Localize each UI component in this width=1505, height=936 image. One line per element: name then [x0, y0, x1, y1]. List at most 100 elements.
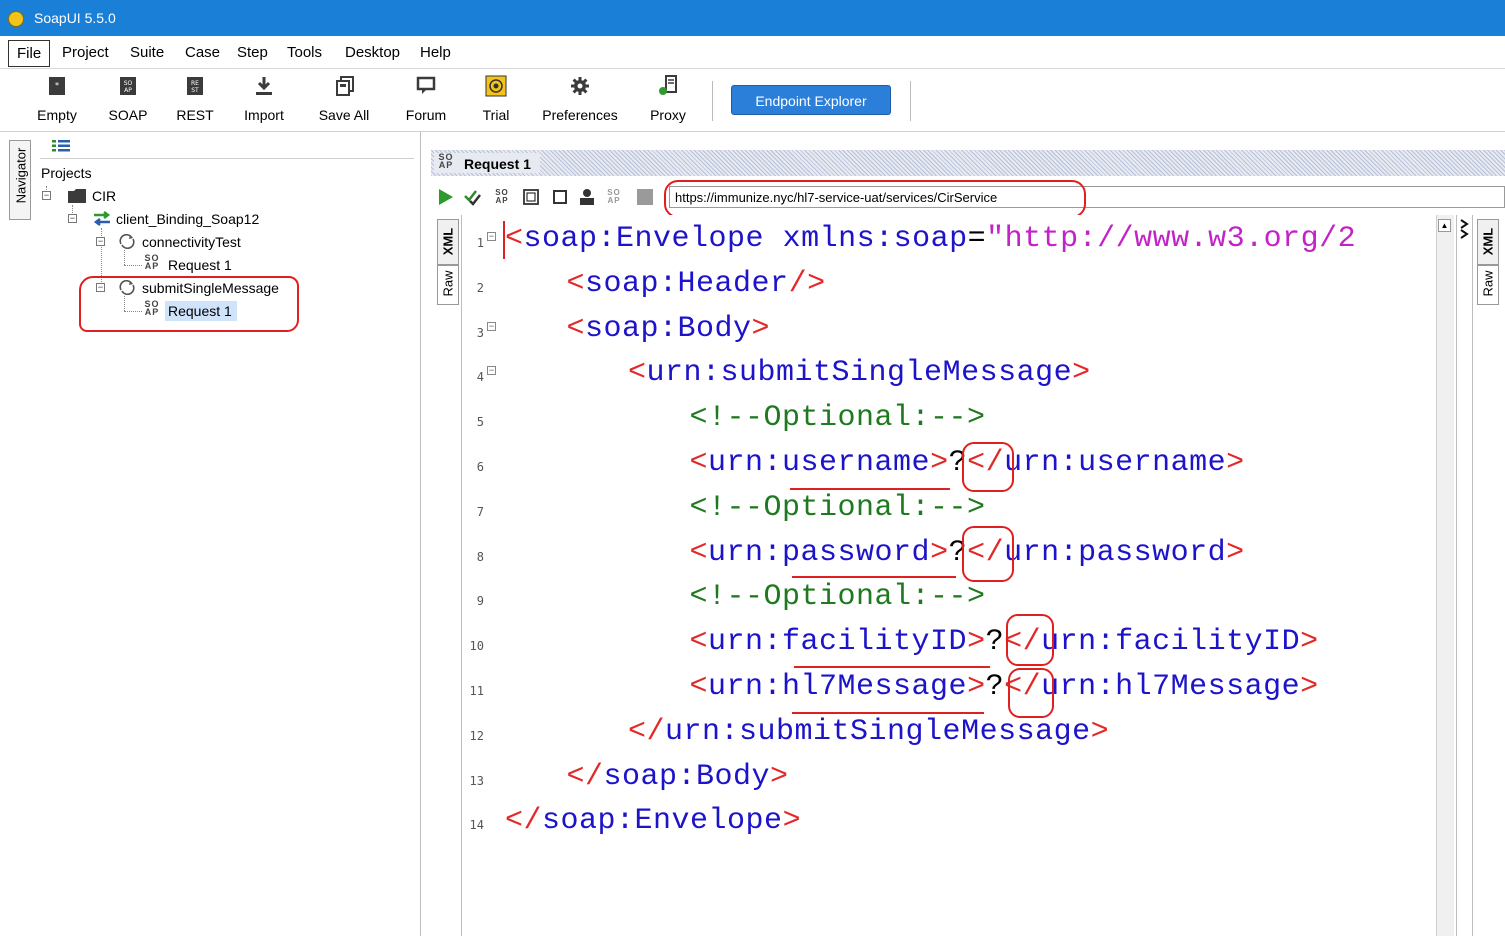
code-token: /> [788, 266, 826, 301]
collapse-icon[interactable]: − [42, 191, 51, 200]
red-annotation-circle [962, 526, 1014, 582]
title-bar: SoapUI 5.5.0 [0, 0, 1505, 36]
code-token: ? [985, 670, 1005, 704]
tree-binding[interactable]: client_Binding_Soap12 [116, 211, 259, 227]
validate-icon[interactable] [464, 188, 482, 206]
code-token: > [1226, 446, 1245, 480]
soap-request-icon[interactable]: SO AP [606, 189, 622, 205]
trial-icon [485, 75, 507, 97]
endpoint-explorer-button[interactable]: Endpoint Explorer [731, 85, 891, 115]
tree-view-icon[interactable] [52, 140, 70, 152]
import-icon [256, 77, 272, 95]
collapse-icon[interactable]: − [96, 237, 105, 246]
proxy-button[interactable]: Proxy [644, 69, 692, 131]
line-number: 3 [476, 325, 484, 340]
menu-project[interactable]: Project [62, 44, 109, 61]
scroll-up-arrow-icon[interactable]: ▲ [1438, 219, 1451, 232]
code-token: < [689, 625, 709, 660]
save-all-icon [336, 76, 354, 96]
soap-badge-bottom: AP [495, 196, 509, 205]
code-token: > [967, 625, 986, 660]
code-token: < [689, 670, 709, 704]
code-line: <urn:hl7Message>?</urn:hl7Message> [690, 670, 1319, 704]
save-all-label: Save All [318, 107, 370, 123]
folder-icon [68, 189, 86, 203]
soap-project-button[interactable]: SO AP SOAP [104, 69, 152, 131]
code-token: = [967, 222, 987, 256]
code-token: soap:Header [585, 266, 789, 301]
clone-request-icon[interactable] [552, 189, 568, 205]
vertical-scrollbar[interactable] [1436, 215, 1454, 936]
code-token: urn:username [1004, 446, 1227, 480]
code-token: > [782, 804, 802, 839]
menu-help[interactable]: Help [420, 44, 451, 61]
menu-suite[interactable]: Suite [130, 44, 164, 61]
interface-binding-icon [93, 211, 111, 226]
code-token: > [1300, 670, 1319, 704]
empty-project-button[interactable]: * Empty [30, 69, 84, 131]
menu-tools[interactable]: Tools [287, 44, 322, 61]
forum-label: Forum [405, 107, 447, 123]
line-number: 10 [469, 639, 484, 654]
soap-request-icon: SO AP [144, 254, 160, 271]
code-token: < [505, 222, 524, 256]
red-annotation-underline [794, 666, 990, 668]
line-number: 11 [469, 684, 484, 698]
collapse-icon[interactable]: − [68, 214, 77, 223]
code-token: <!--Optional:--> [689, 401, 986, 436]
code-token: urn:submitSingleMessage [665, 714, 1091, 749]
soap-request-icon[interactable]: SO AP [494, 189, 510, 205]
fold-toggle-icon[interactable]: − [487, 321, 496, 331]
red-annotation-circle [79, 276, 299, 332]
operation-icon [119, 234, 135, 249]
tree-root-projects[interactable]: Projects [41, 165, 92, 181]
main-toolbar: * Empty SO AP SOAP RE ST REST Import Save … [0, 69, 1505, 132]
response-tab-raw-label: Raw [1480, 270, 1496, 297]
menu-desktop[interactable]: Desktop [345, 44, 400, 61]
rest-project-button[interactable]: RE ST REST [172, 69, 218, 131]
line-number: 7 [476, 504, 484, 519]
code-token: </ [505, 804, 543, 839]
toolbar-separator [712, 81, 713, 121]
request-window-header [431, 150, 1505, 176]
tree-operation-connectivitytest[interactable]: connectivityTest [142, 234, 241, 250]
code-token: <!--Optional:--> [689, 580, 986, 615]
code-line: <!--Optional:--> [690, 580, 986, 614]
code-token: urn:facilityID [1041, 625, 1301, 660]
forum-button[interactable]: Forum [398, 69, 454, 131]
trial-button[interactable]: Trial [474, 69, 518, 131]
code-token: ? [985, 625, 1005, 660]
line-number: 1 [476, 236, 484, 250]
import-button[interactable]: Import [236, 69, 292, 131]
menu-file[interactable]: File [8, 40, 51, 67]
code-token: <!--Optional:--> [689, 490, 986, 525]
save-all-button[interactable]: Save All [312, 69, 376, 131]
code-token: urn:submitSingleMessage [646, 356, 1073, 391]
code-line: <soap:Body> [567, 312, 771, 346]
menu-step[interactable]: Step [237, 44, 268, 61]
menu-case[interactable]: Case [185, 44, 220, 61]
run-icon[interactable] [438, 188, 454, 206]
toolbar-separator [910, 81, 911, 121]
code-token: > [930, 535, 949, 570]
gear-icon [571, 77, 589, 95]
fold-toggle-icon[interactable]: − [487, 232, 496, 241]
create-empty-request-icon[interactable] [523, 189, 539, 205]
right-tabs-divider [1472, 215, 1473, 936]
code-token: < [628, 356, 647, 391]
preferences-label: Preferences [542, 107, 618, 123]
fold-toggle-icon[interactable]: − [487, 366, 496, 376]
auth-user-icon[interactable] [578, 188, 596, 206]
expand-panel-icon[interactable] [1459, 218, 1471, 240]
preferences-button[interactable]: Preferences [538, 69, 622, 131]
code-token: < [689, 446, 709, 480]
svg-text:ST: ST [191, 87, 199, 94]
code-token: < [566, 311, 586, 346]
code-token: soap:Body [585, 311, 752, 346]
tree-request-1[interactable]: Request 1 [168, 257, 232, 273]
import-label: Import [244, 107, 284, 123]
red-annotation-circle [1008, 668, 1054, 718]
stop-icon[interactable] [636, 188, 654, 206]
navigator-strip [0, 132, 41, 936]
tree-project-cir[interactable]: CIR [92, 188, 116, 204]
